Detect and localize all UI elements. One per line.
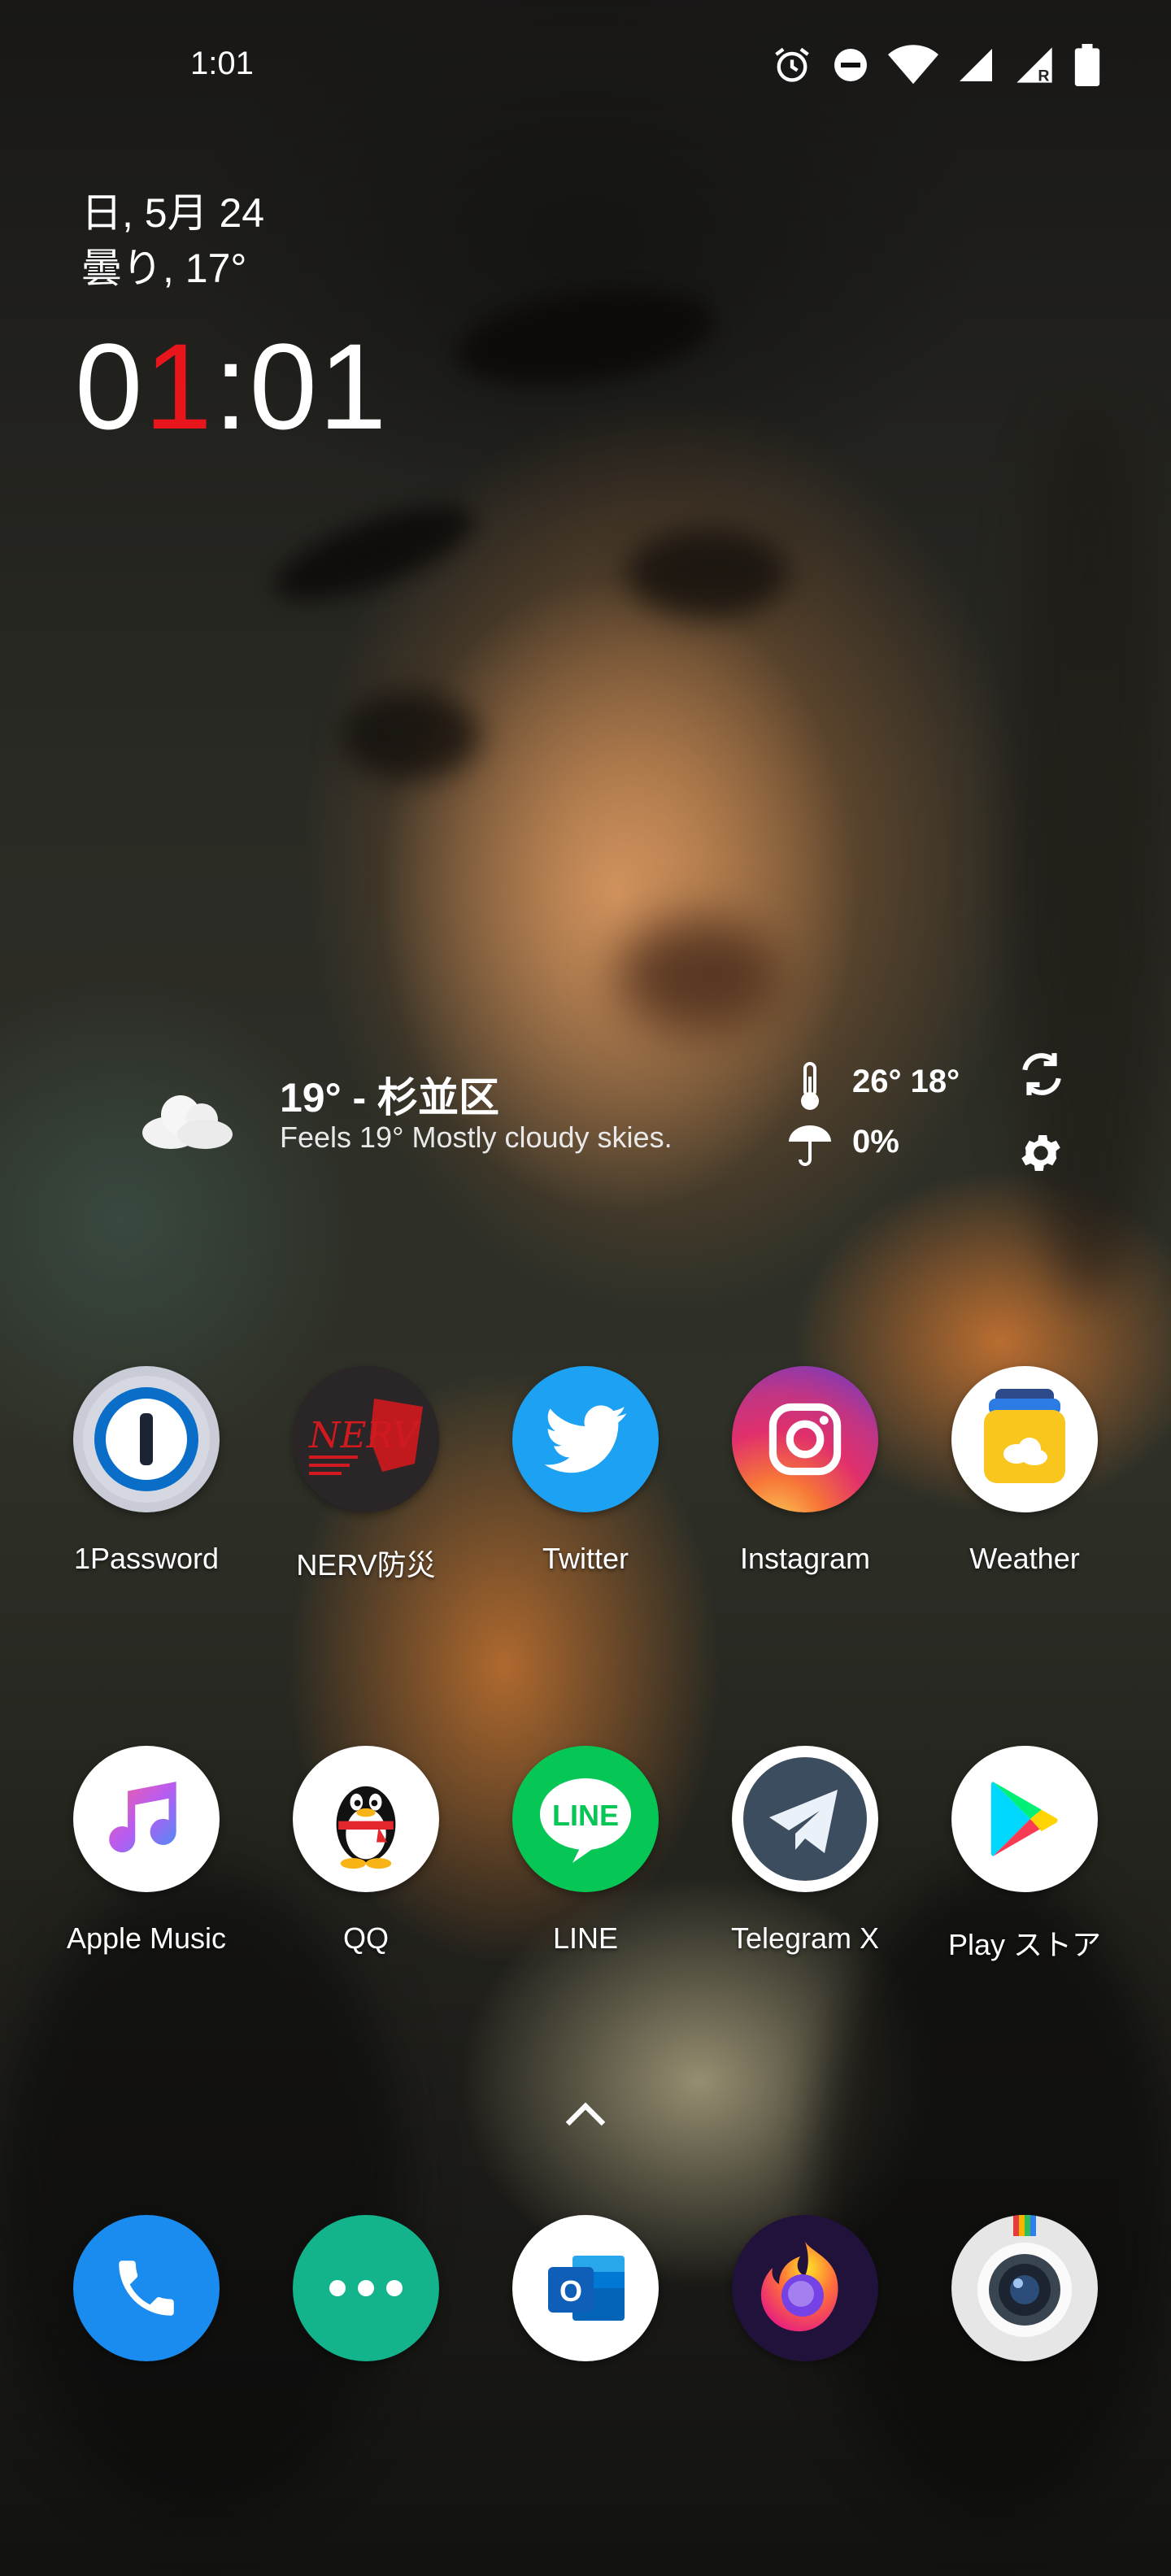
app-apple-music[interactable]: Apple Music [49,1746,244,1956]
app-label: Telegram X [730,1921,880,1955]
app-label: LINE [552,1921,619,1955]
outlook-icon: O [512,2215,659,2361]
dock-firefox[interactable] [707,2215,903,2361]
outlook-logo-text: O [559,2274,582,2308]
app-label: Apple Music [66,1921,227,1955]
wallpaper-shape [618,919,781,1033]
app-twitter[interactable]: Twitter [488,1366,683,1576]
dock-camera[interactable] [927,2215,1122,2361]
umbrella-icon [786,1122,834,1172]
app-label: NERV防災 [296,1548,436,1582]
app-instagram[interactable]: Instagram [707,1366,903,1576]
thermometer-icon [794,1060,826,1116]
weather-subtitle: Feels 19° Mostly cloudy skies. [280,1120,673,1154]
app-label: Play ストア [947,1928,1102,1961]
clock-hour-ones: 1 [144,318,214,455]
line-icon: LINE [512,1746,659,1892]
messages-icon [293,2215,439,2361]
settings-icon[interactable] [1016,1129,1065,1181]
nerv-icon: NERV [293,1366,439,1512]
wallpaper-shape [263,485,485,620]
app-play-store[interactable]: Play ストア [927,1746,1122,1964]
app-nerv[interactable]: NERV NERV防災 [268,1366,464,1584]
wallpaper-shape [450,275,721,400]
roaming-signal-icon: R [1013,44,1056,86]
line-logo-text: LINE [552,1799,619,1832]
phone-icon [73,2215,220,2361]
precipitation-chance: 0% [852,1124,899,1160]
app-1password[interactable]: 1Password [49,1366,244,1576]
app-telegram-x[interactable]: Telegram X [707,1746,903,1956]
app-label: Instagram [739,1542,871,1575]
do-not-disturb-icon [831,46,870,85]
svg-text:R: R [1038,67,1049,85]
status-bar: 1:01 R [0,33,1171,98]
wallpaper-shape [0,1870,407,2521]
clock-hour-tens: 0 [75,318,145,455]
app-weather[interactable]: Weather [927,1366,1122,1576]
firefox-icon [732,2215,878,2361]
play-store-icon [951,1746,1098,1892]
date-text[interactable]: 日, 5月 24 [81,189,264,237]
current-weather-text[interactable]: 曇り, 17° [81,244,246,293]
instagram-icon [732,1366,878,1512]
refresh-icon[interactable] [1016,1049,1067,1103]
clock-separator: : [213,318,250,455]
cloud-icon [138,1086,236,1155]
wallpaper-shape [626,529,789,618]
wallpaper-shape [342,691,480,781]
app-line[interactable]: LINE LINE [488,1746,683,1956]
telegram-x-icon [732,1746,878,1892]
weather-widget[interactable]: 19° - 杉並区 Feels 19° Mostly cloudy skies.… [0,1049,1171,1195]
nerv-logo-text: NERV [308,1415,421,1456]
wifi-icon [888,44,938,86]
app-label: QQ [342,1921,389,1955]
qq-penguin-icon [293,1746,439,1892]
app-label: Weather [969,1542,1080,1575]
weather-title: 19° - 杉並区 [280,1075,500,1120]
battery-icon [1073,44,1101,86]
app-label: 1Password [73,1542,220,1575]
weather-app-icon [951,1366,1098,1512]
dock-outlook[interactable]: O [488,2215,683,2361]
wallpaper-shape [813,1870,1171,2521]
alarm-icon [771,44,813,86]
temperature-range: 26° 18° [852,1064,960,1099]
app-label: Twitter [542,1542,629,1575]
onepassword-icon [73,1366,220,1512]
big-clock[interactable]: 01:01 [75,317,388,455]
music-note-icon [73,1746,220,1892]
signal-icon [956,46,995,85]
status-icons: R [771,44,1101,86]
twitter-bird-icon [512,1366,659,1512]
clock-minutes: 01 [249,318,389,455]
camera-icon [951,2215,1098,2361]
dock-messages[interactable] [268,2215,464,2361]
app-qq[interactable]: QQ [268,1746,464,1956]
chevron-up-icon[interactable] [561,2098,610,2134]
dock-phone[interactable] [49,2215,244,2361]
status-time: 1:01 [190,46,254,81]
